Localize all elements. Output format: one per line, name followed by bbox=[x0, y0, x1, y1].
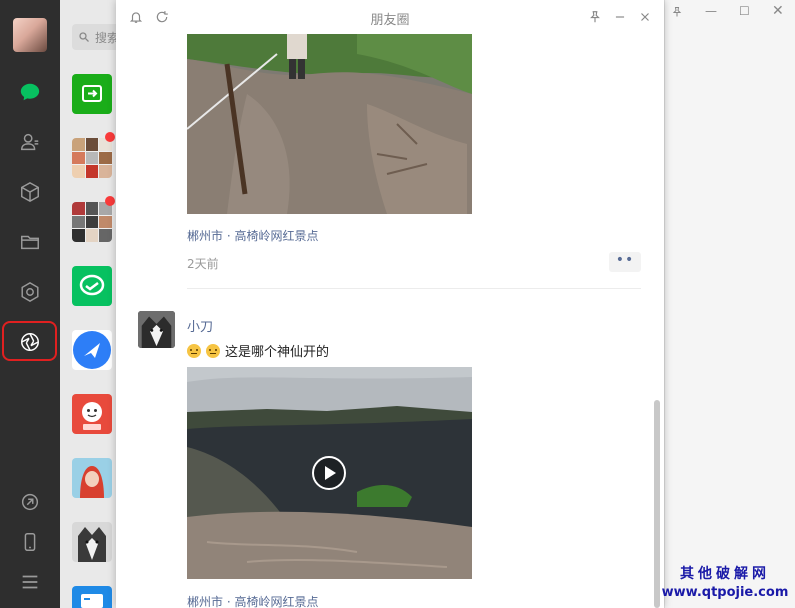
contacts-icon[interactable] bbox=[18, 130, 42, 154]
close-icon[interactable] bbox=[637, 9, 653, 25]
app-avatar[interactable] bbox=[72, 330, 112, 370]
minimize-icon[interactable] bbox=[612, 9, 628, 25]
wechat-team-avatar[interactable] bbox=[72, 266, 112, 306]
watermark-line1: 其他破解网 bbox=[680, 566, 770, 582]
unread-badge bbox=[105, 132, 115, 142]
play-icon[interactable] bbox=[312, 456, 346, 490]
post-text: 这是哪个神仙开的 bbox=[187, 341, 329, 360]
hexagon-icon[interactable] bbox=[18, 280, 42, 304]
post-time: 2天前 bbox=[187, 257, 219, 271]
cube-icon[interactable] bbox=[18, 180, 42, 204]
post-photo[interactable] bbox=[187, 34, 472, 214]
pin-icon[interactable] bbox=[671, 6, 683, 21]
post-divider bbox=[187, 288, 641, 289]
file-transfer-avatar[interactable] bbox=[72, 74, 112, 114]
phone-icon[interactable] bbox=[18, 530, 42, 554]
search-box[interactable]: 搜索 bbox=[72, 24, 118, 50]
post-location[interactable]: 郴州市 · 高椅岭网红景点 bbox=[187, 227, 318, 244]
menu-icon[interactable] bbox=[18, 570, 42, 594]
maximize-icon[interactable]: ☐ bbox=[739, 4, 750, 18]
close-icon[interactable]: ✕ bbox=[772, 3, 784, 19]
aperture-icon[interactable] bbox=[18, 330, 42, 354]
post-location[interactable]: 郴州市 · 高椅岭网红景点 bbox=[187, 593, 318, 608]
search-placeholder: 搜索 bbox=[95, 30, 118, 45]
shop-avatar[interactable] bbox=[72, 394, 112, 434]
user-avatar[interactable] bbox=[13, 18, 47, 52]
titlebar: 朋友圈 bbox=[116, 0, 664, 34]
poster-avatar[interactable] bbox=[138, 311, 175, 348]
folder-icon[interactable] bbox=[18, 230, 42, 254]
window-title: 朋友圈 bbox=[370, 13, 410, 28]
group-chat-avatar[interactable] bbox=[72, 138, 112, 178]
chat-bubble-icon[interactable] bbox=[18, 80, 42, 104]
post-video[interactable] bbox=[187, 367, 472, 579]
link-icon[interactable] bbox=[18, 490, 42, 514]
more-actions-button[interactable]: •• bbox=[609, 252, 641, 272]
poster-name[interactable]: 小刀 bbox=[187, 316, 213, 335]
expressionless-emoji-icon bbox=[206, 343, 220, 358]
unread-badge bbox=[105, 196, 115, 206]
minimize-icon[interactable]: — bbox=[705, 4, 717, 18]
husky-avatar[interactable] bbox=[72, 522, 112, 562]
contact-avatar[interactable] bbox=[72, 458, 112, 498]
background-window: — ☐ ✕ bbox=[664, 0, 795, 608]
post-caption: 这是哪个神仙开的 bbox=[225, 345, 330, 360]
service-avatar[interactable] bbox=[72, 586, 112, 608]
search-icon bbox=[79, 32, 89, 42]
pin-icon[interactable] bbox=[587, 9, 603, 25]
site-watermark: 其他破解网 www.qtpojie.com bbox=[655, 563, 795, 600]
navigation-rail bbox=[0, 0, 60, 608]
group-chat-avatar[interactable] bbox=[72, 202, 112, 242]
watermark-line2: www.qtpojie.com bbox=[661, 585, 789, 600]
moments-window: 朋友圈 郴州市 · 高椅岭网红景点 2天前 •• 小刀 这是哪个神仙开的 郴州市… bbox=[116, 0, 664, 608]
conversation-list: 搜索 bbox=[60, 0, 118, 608]
expressionless-emoji-icon bbox=[187, 343, 201, 358]
